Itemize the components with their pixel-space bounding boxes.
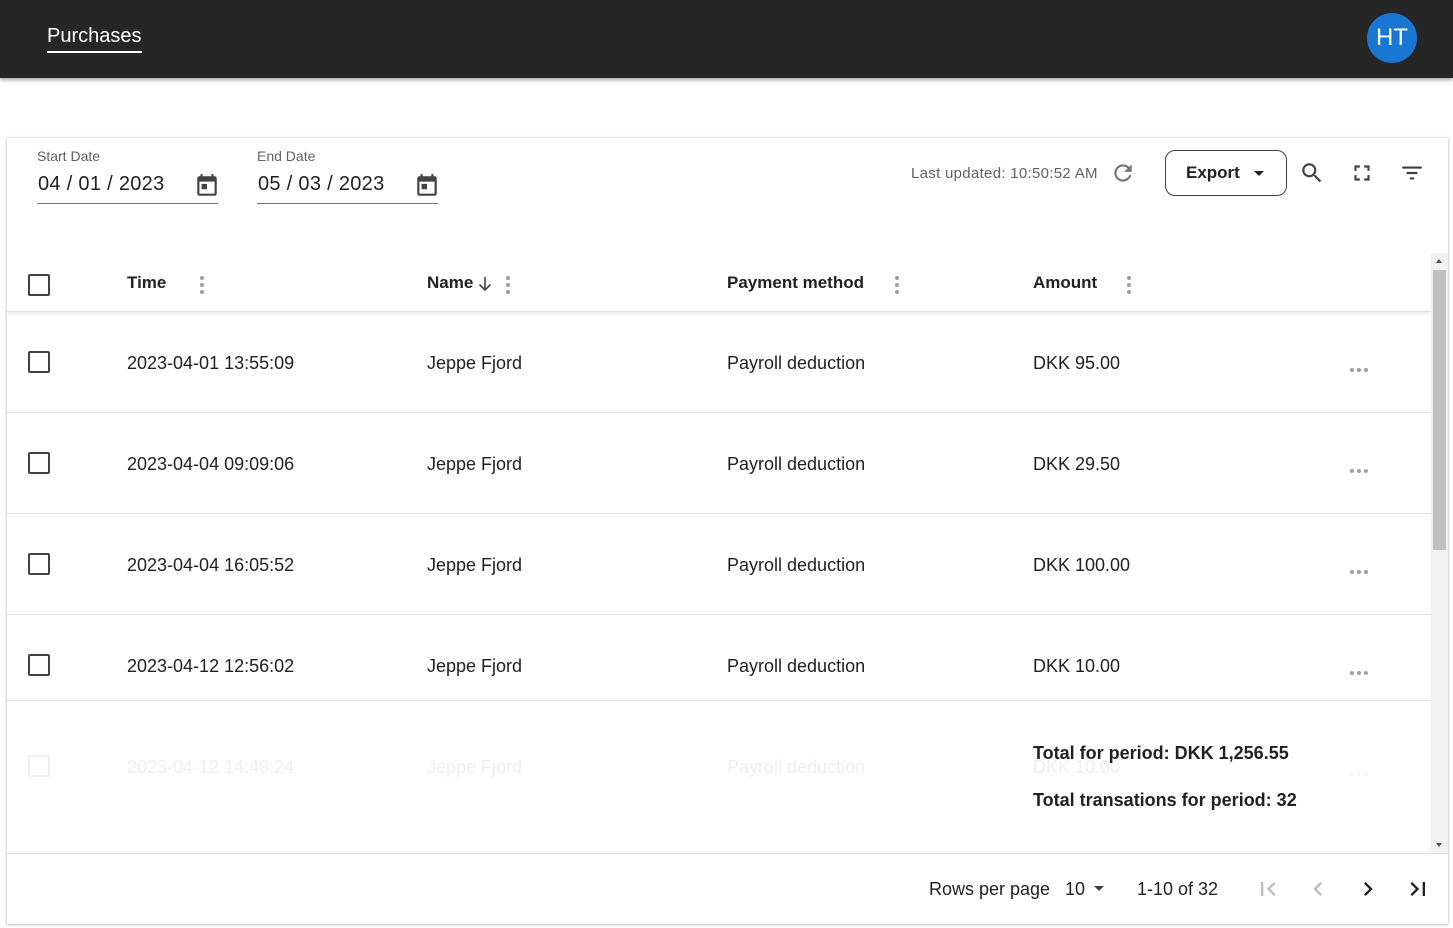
export-button[interactable]: Export — [1165, 150, 1287, 196]
rows-per-page-select[interactable]: 10 — [1065, 879, 1115, 903]
cell-name: Jeppe Fjord — [427, 353, 523, 373]
first-page-icon[interactable] — [1254, 875, 1282, 903]
column-menu-icon[interactable] — [895, 276, 899, 294]
more-horizontal-icon[interactable] — [1350, 460, 1372, 473]
nav-tab-purchases[interactable]: Purchases — [47, 24, 142, 53]
table-row[interactable]: 2023-04-01 13:55:09 Jeppe Fjord Payroll … — [7, 312, 1431, 413]
start-date-value[interactable]: 04 / 01 / 2023 — [38, 173, 165, 196]
row-checkbox[interactable] — [28, 755, 50, 777]
column-menu-icon[interactable] — [1127, 276, 1131, 294]
cell-time: 2023-04-04 09:09:06 — [127, 454, 295, 474]
scroll-down-arrow-icon[interactable] — [1436, 843, 1442, 847]
cell-amount: DKK 10.00 — [1033, 656, 1121, 676]
start-date-label: Start Date — [37, 148, 101, 164]
export-button-label: Export — [1186, 163, 1240, 182]
cell-payment-method: Payroll deduction — [727, 757, 866, 777]
total-transactions: Total transations for period: 32 — [1033, 790, 1297, 810]
next-page-icon[interactable] — [1354, 875, 1382, 903]
cell-name: Jeppe Fjord — [427, 656, 523, 676]
cell-payment-method: Payroll deduction — [727, 454, 866, 474]
select-all-checkbox[interactable] — [28, 274, 50, 296]
filter-icon[interactable] — [1399, 160, 1425, 186]
pagination-footer: Rows per page 10 1-10 of 32 — [7, 853, 1448, 924]
purchases-table: Time Name Payment method Amount 2023-04-… — [7, 253, 1431, 853]
more-horizontal-icon[interactable] — [1350, 763, 1372, 776]
cell-amount: DKK 95.00 — [1033, 353, 1121, 373]
user-avatar[interactable]: HT — [1367, 13, 1417, 63]
cell-payment-method: Payroll deduction — [727, 656, 866, 676]
column-menu-icon[interactable] — [200, 276, 204, 294]
table-row[interactable]: 2023-04-12 12:56:02 Jeppe Fjord Payroll … — [7, 615, 1431, 701]
row-checkbox[interactable] — [28, 553, 50, 575]
app-header: Purchases HT — [0, 0, 1453, 78]
table-scrollbar[interactable] — [1431, 253, 1448, 853]
table-row[interactable]: 2023-04-04 16:05:52 Jeppe Fjord Payroll … — [7, 514, 1431, 615]
cell-amount: DKK 29.50 — [1033, 454, 1121, 474]
cell-time: 2023-04-12 12:56:02 — [127, 656, 295, 676]
more-horizontal-icon[interactable] — [1350, 662, 1372, 675]
start-date-field[interactable]: Start Date 04 / 01 / 2023 — [37, 148, 218, 204]
end-date-label: End Date — [257, 148, 316, 164]
cell-name: Jeppe Fjord — [427, 454, 523, 474]
calendar-icon[interactable] — [414, 172, 440, 200]
end-date-field[interactable]: End Date 05 / 03 / 2023 — [257, 148, 438, 204]
search-icon[interactable] — [1299, 160, 1325, 186]
row-checkbox[interactable] — [28, 654, 50, 676]
more-horizontal-icon[interactable] — [1350, 359, 1372, 372]
arrow-down-icon[interactable] — [477, 275, 493, 293]
scrollbar-thumb[interactable] — [1433, 270, 1446, 550]
cell-name: Jeppe Fjord — [427, 555, 523, 575]
rows-per-page-value: 10 — [1065, 879, 1086, 899]
column-header-payment-method[interactable]: Payment method — [727, 273, 864, 293]
last-updated-text: Last updated: 10:50:52 AM — [911, 165, 1098, 182]
column-menu-icon[interactable] — [506, 276, 510, 294]
fullscreen-icon[interactable] — [1349, 160, 1375, 186]
end-date-value[interactable]: 05 / 03 / 2023 — [258, 173, 385, 196]
refresh-icon[interactable] — [1110, 160, 1136, 186]
previous-page-icon[interactable] — [1304, 875, 1332, 903]
table-row[interactable]: 2023-04-04 09:09:06 Jeppe Fjord Payroll … — [7, 413, 1431, 514]
last-page-icon[interactable] — [1404, 875, 1432, 903]
column-header-name[interactable]: Name — [427, 273, 473, 293]
cell-amount: DKK 100.00 — [1033, 555, 1131, 575]
cell-payment-method: Payroll deduction — [727, 353, 866, 373]
cell-payment-method: Payroll deduction — [727, 555, 866, 575]
chevron-down-icon — [1094, 886, 1104, 891]
table-header: Time Name Payment method Amount — [7, 253, 1431, 312]
purchases-card: Start Date 04 / 01 / 2023 End Date 05 / … — [7, 138, 1448, 924]
cell-time: 2023-04-04 16:05:52 — [127, 555, 295, 575]
calendar-icon[interactable] — [194, 172, 220, 200]
chevron-down-icon — [1254, 171, 1264, 176]
cell-time: 2023-04-01 13:55:09 — [127, 353, 295, 373]
scroll-up-arrow-icon[interactable] — [1436, 259, 1442, 263]
column-header-time[interactable]: Time — [127, 273, 166, 293]
rows-per-page-label: Rows per page — [929, 879, 1051, 899]
cell-name: Jeppe Fjord — [427, 757, 523, 777]
row-checkbox[interactable] — [28, 452, 50, 474]
pagination-range: 1-10 of 32 — [1137, 879, 1219, 899]
total-for-period: Total for period: DKK 1,256.55 — [1033, 743, 1289, 763]
column-header-amount[interactable]: Amount — [1033, 273, 1097, 293]
row-checkbox[interactable] — [28, 351, 50, 373]
more-horizontal-icon[interactable] — [1350, 561, 1372, 574]
cell-time: 2023-04-12 14:48:24 — [127, 757, 295, 777]
